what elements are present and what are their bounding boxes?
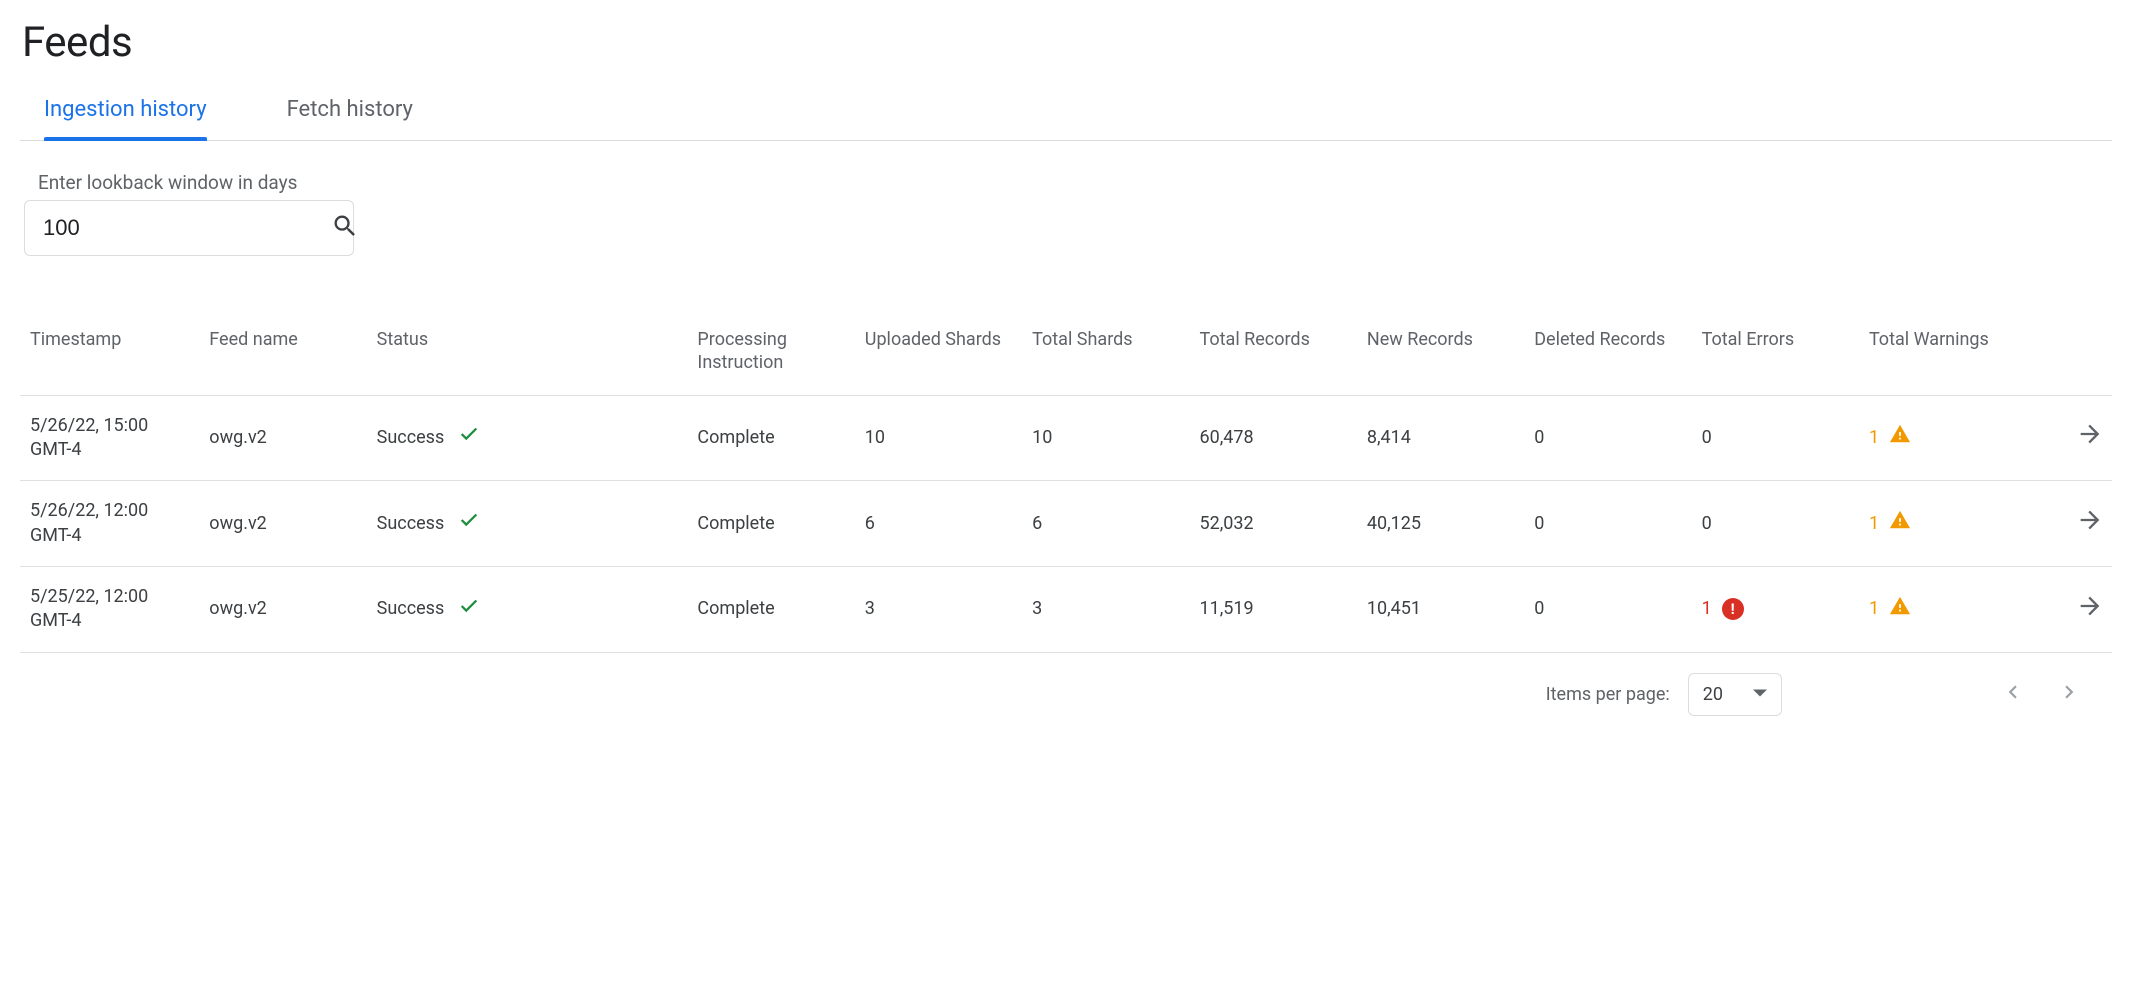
total-errors-value: 1 bbox=[1702, 597, 1712, 621]
pagination: Items per page: 20 bbox=[20, 653, 2112, 746]
lookback-label: Enter lookback window in days bbox=[38, 171, 2112, 194]
new-records-cell: 10,451 bbox=[1359, 566, 1526, 652]
timestamp-cell: 5/25/22, 12:00 GMT-4 bbox=[20, 566, 201, 652]
total-errors-cell: 0 bbox=[1694, 481, 1861, 567]
col-feed-name[interactable]: Feed name bbox=[201, 316, 368, 395]
error-icon: ! bbox=[1722, 598, 1744, 620]
new-records-cell: 8,414 bbox=[1359, 395, 1526, 481]
col-new-records[interactable]: New Records bbox=[1359, 316, 1526, 395]
total-warnings-value: 1 bbox=[1869, 426, 1879, 450]
timestamp-cell: 5/26/22, 15:00 GMT-4 bbox=[20, 395, 201, 481]
processing-instruction-cell: Complete bbox=[689, 481, 856, 567]
row-detail-arrow-icon[interactable] bbox=[2076, 604, 2104, 625]
check-icon bbox=[458, 595, 480, 624]
processing-instruction-cell: Complete bbox=[689, 566, 856, 652]
total-records-cell: 60,478 bbox=[1192, 395, 1359, 481]
uploaded-shards-cell: 10 bbox=[857, 395, 1024, 481]
prev-page-button[interactable] bbox=[2000, 679, 2026, 710]
total-errors-cell: 1! bbox=[1694, 566, 1861, 652]
feed-name-cell: owg.v2 bbox=[201, 566, 368, 652]
feed-name-cell: owg.v2 bbox=[201, 481, 368, 567]
status-cell: Success bbox=[369, 395, 690, 481]
tabs: Ingestion history Fetch history bbox=[20, 97, 2112, 141]
total-warnings-value: 1 bbox=[1869, 512, 1879, 536]
table-row: 5/26/22, 12:00 GMT-4 owg.v2 Success Comp… bbox=[20, 481, 2112, 567]
total-warnings-cell: 1 bbox=[1861, 566, 2028, 652]
tab-fetch-history[interactable]: Fetch history bbox=[287, 97, 413, 140]
uploaded-shards-cell: 6 bbox=[857, 481, 1024, 567]
row-detail-arrow-icon[interactable] bbox=[2076, 518, 2104, 539]
total-errors-value: 0 bbox=[1702, 513, 1712, 534]
warning-icon bbox=[1889, 595, 1911, 624]
timestamp-cell: 5/26/22, 12:00 GMT-4 bbox=[20, 481, 201, 567]
lookback-input[interactable] bbox=[43, 215, 331, 241]
total-warnings-cell: 1 bbox=[1861, 481, 2028, 567]
new-records-cell: 40,125 bbox=[1359, 481, 1526, 567]
col-total-records[interactable]: Total Records bbox=[1192, 316, 1359, 395]
total-records-cell: 11,519 bbox=[1192, 566, 1359, 652]
tab-ingestion-history[interactable]: Ingestion history bbox=[44, 97, 207, 140]
total-records-cell: 52,032 bbox=[1192, 481, 1359, 567]
deleted-records-cell: 0 bbox=[1526, 566, 1693, 652]
lookback-input-wrap bbox=[24, 200, 354, 256]
row-detail-arrow-icon[interactable] bbox=[2076, 432, 2104, 453]
total-warnings-value: 1 bbox=[1869, 597, 1879, 621]
col-total-warnings[interactable]: Total Warnings bbox=[1861, 316, 2028, 395]
next-page-button[interactable] bbox=[2056, 679, 2082, 710]
deleted-records-cell: 0 bbox=[1526, 481, 1693, 567]
page-title: Feeds bbox=[20, 0, 2112, 97]
items-per-page-value: 20 bbox=[1703, 684, 1723, 705]
total-warnings-cell: 1 bbox=[1861, 395, 2028, 481]
col-timestamp[interactable]: Timestamp bbox=[20, 316, 201, 395]
items-per-page-label: Items per page: bbox=[1546, 684, 1670, 705]
check-icon bbox=[458, 423, 480, 452]
col-processing-instruction[interactable]: Processing Instruction bbox=[689, 316, 856, 395]
processing-instruction-cell: Complete bbox=[689, 395, 856, 481]
warning-icon bbox=[1889, 423, 1911, 452]
uploaded-shards-cell: 3 bbox=[857, 566, 1024, 652]
total-errors-value: 0 bbox=[1702, 427, 1712, 448]
feed-name-cell: owg.v2 bbox=[201, 395, 368, 481]
warning-icon bbox=[1889, 509, 1911, 538]
search-icon[interactable] bbox=[331, 212, 359, 244]
deleted-records-cell: 0 bbox=[1526, 395, 1693, 481]
total-shards-cell: 6 bbox=[1024, 481, 1191, 567]
items-per-page-select[interactable]: 20 bbox=[1688, 673, 1782, 716]
col-status[interactable]: Status bbox=[369, 316, 690, 395]
table-row: 5/25/22, 12:00 GMT-4 owg.v2 Success Comp… bbox=[20, 566, 2112, 652]
total-errors-cell: 0 bbox=[1694, 395, 1861, 481]
col-total-errors[interactable]: Total Errors bbox=[1694, 316, 1861, 395]
col-deleted-records[interactable]: Deleted Records bbox=[1526, 316, 1693, 395]
total-shards-cell: 3 bbox=[1024, 566, 1191, 652]
check-icon bbox=[458, 509, 480, 538]
col-uploaded-shards[interactable]: Uploaded Shards bbox=[857, 316, 1024, 395]
status-cell: Success bbox=[369, 481, 690, 567]
table-row: 5/26/22, 15:00 GMT-4 owg.v2 Success Comp… bbox=[20, 395, 2112, 481]
col-total-shards[interactable]: Total Shards bbox=[1024, 316, 1191, 395]
dropdown-icon bbox=[1753, 684, 1767, 705]
ingestion-table: Timestamp Feed name Status Processing In… bbox=[20, 316, 2112, 653]
status-cell: Success bbox=[369, 566, 690, 652]
total-shards-cell: 10 bbox=[1024, 395, 1191, 481]
